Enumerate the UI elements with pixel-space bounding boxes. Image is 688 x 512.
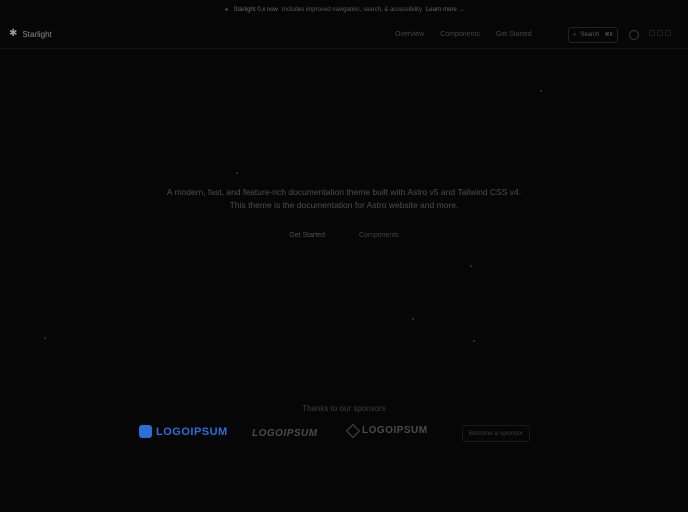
background-star xyxy=(470,265,472,267)
sponsor-name: LOGOIPSUM xyxy=(156,425,228,438)
brand[interactable]: ✱ Starlight xyxy=(9,29,52,39)
background-star xyxy=(540,90,542,92)
sponsor-name: LOGOIPSUM xyxy=(252,428,318,439)
nav-link-get-started[interactable]: Get Started xyxy=(496,31,532,38)
hero-actions: Get Started Components xyxy=(0,229,688,242)
theme-light-icon[interactable] xyxy=(649,30,655,36)
search-button[interactable]: ⌕ Search ⌘K xyxy=(568,27,618,43)
sponsor-logo-1[interactable]: LOGOIPSUM xyxy=(139,425,228,438)
brand-name: Starlight xyxy=(22,29,52,39)
sponsors-title: Thanks to our sponsors xyxy=(302,404,386,413)
logoipsum-mark-icon xyxy=(345,423,361,438)
announcement-text: Includes improved navigation, search, & … xyxy=(281,7,422,13)
background-star xyxy=(236,172,238,174)
star-logo-icon: ✱ xyxy=(9,28,18,39)
logoipsum-mark-icon xyxy=(139,425,152,438)
sponsor-logo-3[interactable]: LOGOIPSUM xyxy=(345,423,428,438)
announcement-bar: ✦ Starlight 0.x now Includes improved na… xyxy=(0,0,688,20)
nav-link-overview[interactable]: Overview xyxy=(395,31,424,38)
hero-description: A modern, fast, and feature-rich documen… xyxy=(166,187,522,210)
search-shortcut: ⌘K xyxy=(604,32,613,38)
announcement-link[interactable]: Learn more → xyxy=(426,7,464,13)
theme-toggle[interactable] xyxy=(649,30,671,36)
theme-dark-icon[interactable] xyxy=(665,30,671,36)
background-star xyxy=(473,340,475,342)
components-button[interactable]: Components xyxy=(353,229,405,242)
theme-system-icon[interactable] xyxy=(657,30,663,36)
sponsor-name: LOGOIPSUM xyxy=(362,425,428,436)
background-star xyxy=(44,337,46,339)
nav-link-components[interactable]: Components xyxy=(440,31,480,38)
search-icon: ⌕ xyxy=(573,31,577,38)
nav-links: Overview Components Get Started xyxy=(395,31,532,38)
top-nav: ✱ Starlight Overview Components Get Star… xyxy=(0,22,688,49)
become-sponsor-button[interactable]: Become a sponsor xyxy=(462,425,530,442)
github-icon[interactable] xyxy=(629,30,639,40)
search-label: Search xyxy=(580,32,600,38)
background-star xyxy=(412,318,414,320)
get-started-button[interactable]: Get Started xyxy=(283,229,331,242)
sparkle-icon: ✦ xyxy=(223,7,230,14)
sponsor-logo-2[interactable]: LOGOIPSUM xyxy=(252,428,318,439)
announcement-badge: Starlight 0.x now xyxy=(233,7,278,13)
